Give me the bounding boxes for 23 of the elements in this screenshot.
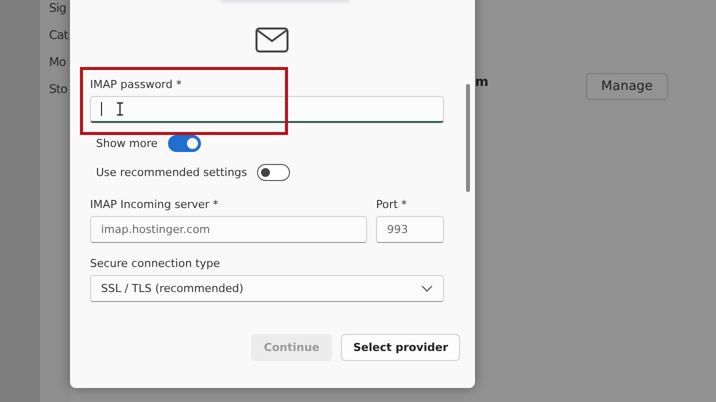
- toggle-label: Show more: [96, 137, 158, 150]
- connection-dropdown[interactable]: SSL / TLS (recommended): [90, 275, 444, 302]
- chevron-down-icon: [421, 285, 433, 292]
- port-field[interactable]: 993: [376, 216, 444, 243]
- background-label: Sig: [49, 1, 68, 15]
- heading-text: m: [475, 75, 489, 90]
- dialog-button[interactable]: Select provider: [341, 334, 460, 361]
- toggle-switch[interactable]: [168, 135, 201, 152]
- background-label: Sto: [49, 82, 68, 96]
- text-caret: [101, 102, 102, 116]
- toggle-switch[interactable]: [257, 164, 290, 181]
- field-label: IMAP Incoming server *: [90, 198, 220, 211]
- text-cursor-icon: [116, 102, 124, 116]
- field-label: Port *: [376, 198, 408, 211]
- envelope-icon: [255, 27, 289, 53]
- toggle-label: Use recommended settings: [96, 166, 248, 179]
- password-field[interactable]: [90, 96, 444, 123]
- field-label: Secure connection type: [90, 257, 221, 270]
- manage-button[interactable]: Manage: [586, 73, 668, 100]
- background-label: Cat: [49, 28, 70, 42]
- server-field[interactable]: imap.hostinger.com: [90, 216, 367, 243]
- field-label: IMAP password *: [90, 78, 183, 91]
- background-label: Mo: [49, 55, 67, 69]
